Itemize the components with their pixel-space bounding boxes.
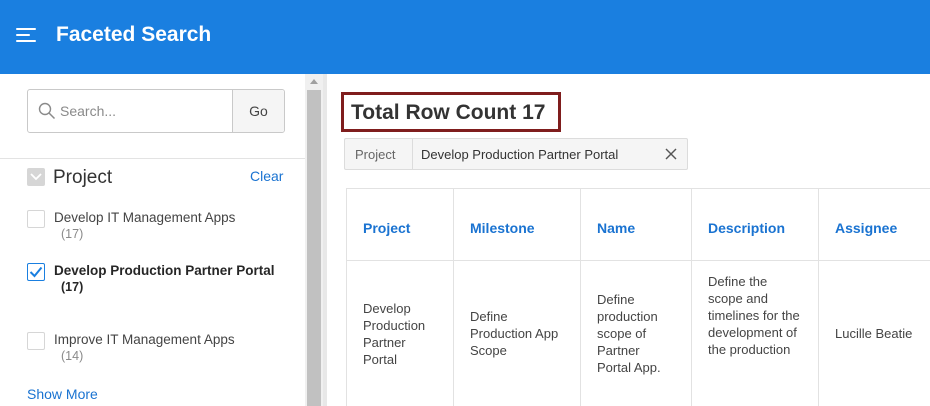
menu-icon[interactable] xyxy=(16,27,38,45)
column-header-assignee[interactable]: Assignee xyxy=(818,188,930,261)
chevron-down-icon xyxy=(30,173,42,181)
row-count-highlight: Total Row Count 17 xyxy=(341,92,561,132)
go-button[interactable]: Go xyxy=(232,90,284,132)
filter-chip-value: Develop Production Partner Portal xyxy=(421,147,619,162)
results-table-container: Project Milestone Name Description Assig… xyxy=(346,188,930,406)
table-row: Develop Production Partner Portal Define… xyxy=(346,260,930,406)
facet-option[interactable]: Develop IT Management Apps (17) xyxy=(27,210,297,246)
search-input[interactable] xyxy=(60,91,230,131)
facet-option-text: Develop Production Partner Portal (17) xyxy=(54,262,299,296)
filter-chip-key: Project xyxy=(355,147,396,162)
facet-title: Project xyxy=(53,167,113,188)
chip-divider xyxy=(412,139,413,169)
facet-option-label: Develop Production Partner Portal xyxy=(54,263,275,278)
facet-sidebar: Go Project Clear Develop IT Management A… xyxy=(0,74,305,406)
facet-option-text: Improve IT Management Apps (14) xyxy=(54,331,299,365)
cell-assignee: Lucille Beatie xyxy=(818,260,930,406)
cell-milestone: Define Production App Scope xyxy=(453,260,581,406)
checkmark-icon xyxy=(29,266,43,278)
facet-option[interactable]: Improve IT Management Apps (14) xyxy=(27,332,297,368)
results-table: Project Milestone Name Description Assig… xyxy=(346,188,930,406)
column-header-description[interactable]: Description xyxy=(691,188,819,261)
facet-checkbox[interactable] xyxy=(27,210,45,228)
facet-option-count: (17) xyxy=(61,280,84,294)
cell-description: Define the scope and timelines for the d… xyxy=(691,260,819,406)
clear-facet-link[interactable]: Clear xyxy=(250,168,283,184)
results-region: Total Row Count 17 Project Develop Produ… xyxy=(327,74,930,406)
scroll-up-icon[interactable] xyxy=(310,79,318,84)
show-more-link[interactable]: Show More xyxy=(27,386,98,402)
facet-option-text: Develop IT Management Apps (17) xyxy=(54,209,299,243)
sidebar-divider xyxy=(0,158,305,159)
facet-checkbox-checked[interactable] xyxy=(27,263,45,281)
cell-project: Develop Production Partner Portal xyxy=(346,260,454,406)
column-header-milestone[interactable]: Milestone xyxy=(453,188,581,261)
facet-option-label: Develop IT Management Apps xyxy=(54,210,236,225)
app-title: Faceted Search xyxy=(56,23,212,46)
search-icon xyxy=(38,102,56,120)
filter-chip: Project Develop Production Partner Porta… xyxy=(344,138,688,170)
facet-option[interactable]: Develop Production Partner Portal (17) xyxy=(27,263,297,317)
table-header-row: Project Milestone Name Description Assig… xyxy=(346,188,930,261)
facet-option-label: Improve IT Management Apps xyxy=(54,332,235,347)
app-header: Faceted Search xyxy=(0,0,930,74)
search-box: Go xyxy=(27,89,285,133)
cell-name: Define production scope of Partner Porta… xyxy=(580,260,692,406)
column-header-project[interactable]: Project xyxy=(346,188,454,261)
scrollbar-thumb[interactable] xyxy=(307,90,321,406)
total-row-count: Total Row Count 17 xyxy=(351,101,546,124)
sidebar-scrollbar[interactable] xyxy=(305,74,323,406)
facet-option-count: (14) xyxy=(61,349,84,363)
column-header-name[interactable]: Name xyxy=(580,188,692,261)
close-icon[interactable] xyxy=(663,146,679,162)
facet-checkbox[interactable] xyxy=(27,332,45,350)
facet-option-count: (17) xyxy=(61,227,84,241)
facet-collapse-toggle[interactable] xyxy=(27,168,45,186)
